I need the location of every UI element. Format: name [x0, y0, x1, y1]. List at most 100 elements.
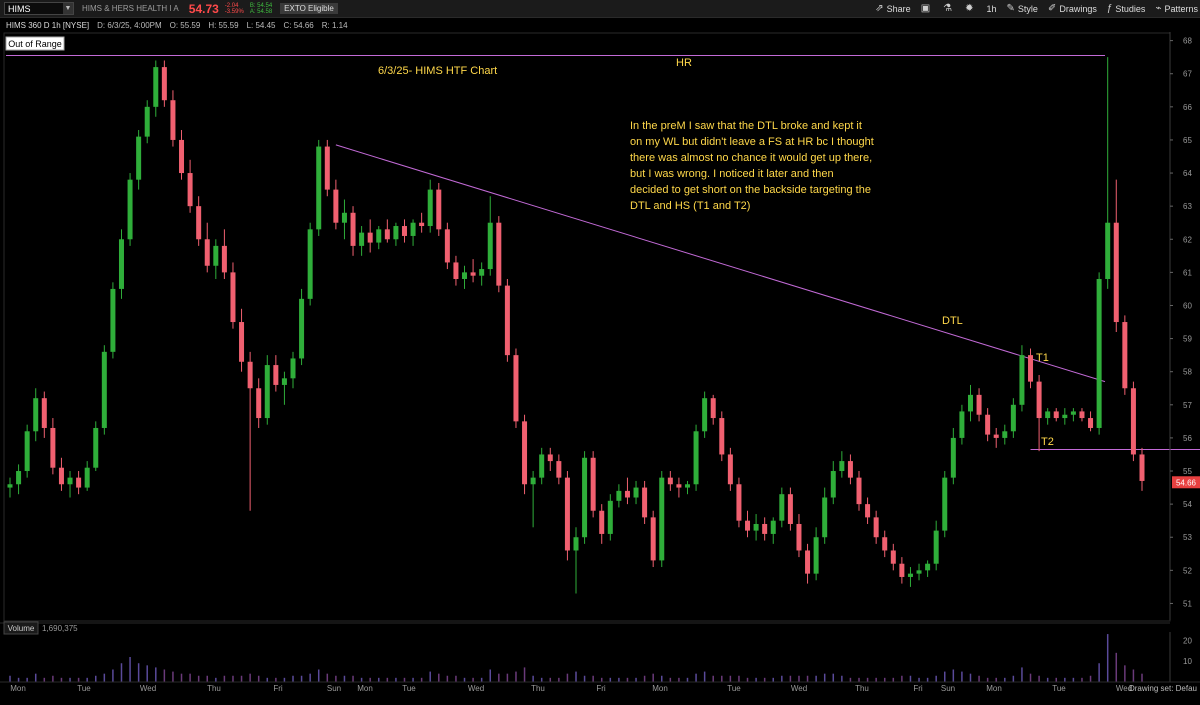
candle-body — [607, 500, 613, 534]
share-button[interactable]: ⇗ Share — [875, 3, 910, 14]
timeframe-label: 1h — [986, 3, 997, 14]
chart-title: HIMS 360 D 1h [NYSE] — [6, 20, 90, 30]
price-chart[interactable]: 51 52 53 54 55 56 57 58 59 60 61 62 63 64 65 66 67 68 54.6… — [0, 32, 1200, 705]
candle-body — [967, 394, 973, 412]
candle-body — [830, 471, 836, 498]
candle-body — [324, 146, 330, 190]
candle-body — [1010, 404, 1016, 432]
style-label: Style — [1017, 3, 1038, 14]
volume-tick-label: 10 — [1183, 657, 1192, 666]
candle-body — [547, 454, 553, 462]
candle-body — [925, 563, 931, 571]
time-tick-label: Tue — [727, 684, 741, 693]
volume-pane: Volume 1,690,375 10 20 — [0, 621, 1192, 682]
timeframe-button[interactable]: 1h — [987, 4, 997, 14]
extended-hours-badge[interactable]: EXTO Eligible — [280, 3, 338, 14]
price-tick-label: 61 — [1183, 268, 1192, 277]
chevron-down-icon[interactable]: ▼ — [63, 3, 73, 14]
price-axis[interactable]: 51 52 53 54 55 56 57 58 59 60 61 62 63 64 65 66 67 68 54.6… — [1169, 32, 1200, 620]
candle-body — [1130, 388, 1136, 455]
symbol-selector[interactable]: HIMS ▼ — [4, 2, 74, 15]
drawings-button[interactable]: ✐ Drawings — [1048, 3, 1097, 14]
candle-body — [462, 272, 468, 279]
candle-body — [702, 398, 708, 432]
snapshot-button[interactable]: ▣ — [921, 3, 933, 14]
drawings-label: Drawings — [1059, 3, 1097, 14]
candle-body — [822, 497, 828, 538]
candle-body — [787, 494, 793, 524]
candle-body — [350, 212, 356, 246]
candle-body — [110, 288, 116, 352]
price-tick-label: 65 — [1183, 136, 1192, 145]
candle-body — [1028, 355, 1034, 382]
time-tick-label: Mon — [10, 684, 26, 693]
note-line: on my WL but didn't leave a FS at HR bc … — [630, 136, 874, 148]
candle-body — [118, 239, 124, 289]
label-hr: HR — [676, 57, 692, 69]
candle-body — [976, 394, 982, 415]
time-tick-label: Sun — [941, 684, 955, 693]
candle-body — [427, 189, 433, 227]
info-range: R: 1.14 — [321, 20, 348, 30]
style-button[interactable]: ✎ Style — [1007, 3, 1038, 14]
candle-body — [1096, 278, 1102, 428]
settings-button[interactable]: ✹ — [965, 3, 976, 14]
candle-body — [213, 245, 219, 266]
candle-body — [50, 427, 56, 468]
candle-body — [993, 434, 999, 438]
candle-body — [882, 537, 888, 551]
patterns-button[interactable]: ⌁ Patterns — [1155, 3, 1198, 14]
candle-body — [93, 427, 99, 468]
candle-body — [67, 477, 73, 485]
flask-button[interactable]: ⚗ — [943, 3, 955, 14]
candle-body — [316, 146, 322, 230]
flask-icon: ⚗ — [943, 3, 953, 14]
price-tick-label: 51 — [1183, 599, 1192, 608]
time-axis[interactable]: Mon Tue Wed Thu Fri Sun Mon Tue Wed Thu Fri Mon Tue W… — [0, 681, 1200, 693]
candle-body — [813, 537, 819, 574]
candle-body — [24, 431, 30, 472]
candle-body — [513, 355, 519, 422]
candle-body — [796, 523, 802, 551]
candle-body — [693, 431, 699, 485]
time-tick-label: Tue — [77, 684, 91, 693]
time-tick-label: Wed — [791, 684, 807, 693]
candle-body — [144, 106, 150, 137]
candle-body — [410, 222, 416, 236]
candle-body — [564, 477, 570, 551]
candle-body — [470, 272, 476, 276]
candle-body — [341, 212, 347, 223]
studies-button[interactable]: ƒ Studies — [1107, 3, 1146, 14]
candle-body — [58, 467, 64, 485]
candle-body — [187, 173, 193, 207]
candle-body — [873, 517, 879, 538]
candle-body — [779, 494, 785, 521]
candle-body — [487, 222, 493, 270]
candle-body — [101, 351, 107, 428]
candle-body — [684, 484, 690, 488]
toolbar-actions: ⇗ Share ▣ ⚗ ✹ 1h ✎ Style ✐ Drawings ƒ Studie… — [865, 0, 1200, 17]
candle-body — [839, 461, 845, 472]
volume-label: Volume — [8, 624, 35, 633]
candle-body — [805, 550, 811, 574]
candle-body — [299, 298, 305, 359]
candle-body — [727, 454, 733, 485]
price-tick-label: 62 — [1183, 235, 1192, 244]
candle-body — [942, 477, 948, 531]
candle-body — [239, 322, 245, 362]
candle-body — [127, 179, 133, 240]
candle-body — [419, 222, 425, 227]
note-line: there was almost no chance it would get … — [630, 152, 872, 164]
time-tick-label: Fri — [596, 684, 606, 693]
candle-body — [436, 189, 442, 230]
symbol-text: HIMS — [8, 4, 31, 14]
last-price-label: 54.66 — [1176, 478, 1197, 487]
label-t1: T1 — [1036, 352, 1049, 364]
candle-body — [41, 398, 47, 428]
time-tick-label: Fri — [913, 684, 923, 693]
candle-body — [847, 461, 853, 478]
candle-body — [16, 471, 22, 485]
time-tick-label: Tue — [1052, 684, 1066, 693]
candle-body — [985, 414, 991, 435]
candle-body — [84, 467, 90, 488]
